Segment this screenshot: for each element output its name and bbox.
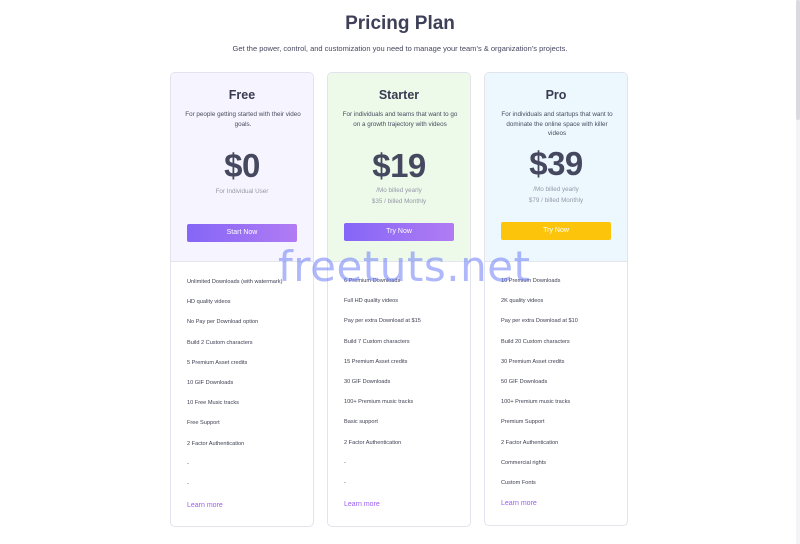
plan-price: $19 [372,147,426,184]
price-note-line-1: /Mo billed yearly [533,186,579,193]
card-header-pro: Pro For individuals and startups that wa… [485,73,627,262]
feature-list: Unlimited Downloads (with watermark) HD … [187,278,307,500]
feature-item: Full HD quality videos [344,298,399,305]
feature-item: Pay per extra Download at $15 [344,318,421,325]
card-header-starter: Starter For individuals and teams that w… [328,73,470,262]
price-note: For Individual User [171,187,313,198]
price-note-line-1: /Mo billed yearly [376,187,422,194]
plan-price: $0 [224,147,260,184]
feature-list: 6 Premium Downloads Full HD quality vide… [344,277,464,499]
feature-item: Unlimited Downloads (with watermark) [187,279,283,285]
feature-item: 5 Premium Asset credits [187,359,248,366]
feature-item: Build 20 Custom characters [501,338,570,345]
feature-item: Build 7 Custom characters [344,338,410,345]
feature-item: Basic support [344,419,378,426]
feature-item: 30 GIF Downloads [344,378,391,385]
feature-item: 100+ Premium music tracks [344,399,414,406]
plan-description: For people getting started with their vi… [185,111,301,128]
page-title: Pricing Plan [345,13,455,34]
feature-item: - [187,460,189,467]
feature-item: - [344,459,346,466]
feature-item: 2 Factor Authentication [344,439,402,446]
pricing-card-pro: Pro For individuals and startups that wa… [484,72,628,526]
feature-item: Commercial rights [501,459,547,466]
start-now-button[interactable]: Start Now [187,224,297,242]
feature-item: 2 Factor Authentication [501,439,559,446]
feature-item: 10 Free Music tracks [187,400,239,407]
price-note-line-1: For Individual User [215,188,269,195]
feature-item: 6 Premium Downloads [344,278,401,284]
price-note: /Mo billed yearly $35 / billed Monthly [328,186,470,207]
feature-item: Premium Support [501,419,545,426]
page-subtitle: Get the power, control, and customizatio… [232,44,568,53]
feature-item: Build 2 Custom characters [187,339,253,346]
pricing-card-free: Free For people getting started with the… [170,72,314,527]
feature-item: Free Support [187,420,220,427]
plan-description: For individuals and startups that want t… [501,111,613,137]
card-header-free: Free For people getting started with the… [171,73,313,262]
feature-item: 50 GIF Downloads [501,378,548,385]
scrollbar[interactable] [796,0,800,544]
learn-more-link[interactable]: Learn more [187,502,223,509]
try-now-button[interactable]: Try Now [344,223,454,241]
feature-list: 10 Premium Downloads 2K quality videos P… [501,277,621,499]
price-note: /Mo billed yearly $79 / billed Monthly [485,185,627,206]
learn-more-link[interactable]: Learn more [344,501,380,508]
feature-item: 2K quality videos [501,298,544,305]
plan-description: For individuals and teams that want to g… [342,111,458,128]
scrollbar-thumb[interactable] [796,0,800,120]
feature-item: 2 Factor Authentication [187,440,245,447]
pricing-card-starter: Starter For individuals and teams that w… [327,72,471,527]
feature-item: Pay per extra Download at $10 [501,318,578,325]
try-now-button[interactable]: Try Now [501,222,611,240]
feature-item: 100+ Premium music tracks [501,399,571,406]
price-note-line-2: $79 / billed Monthly [528,196,584,204]
feature-item: - [344,479,346,486]
learn-more-link[interactable]: Learn more [501,500,537,507]
feature-item: 15 Premium Asset credits [344,358,408,365]
feature-item: No Pay per Download option [187,319,259,326]
plan-name: Free [228,88,256,102]
feature-item: 10 Premium Downloads [501,278,561,284]
plan-name: Pro [545,88,567,102]
plan-price: $39 [529,145,583,182]
feature-item: 30 Premium Asset credits [501,358,565,365]
feature-item: HD quality videos [187,299,231,306]
feature-item: Custom Fonts [501,479,536,486]
feature-item: - [187,480,189,487]
plan-name: Starter [378,88,420,102]
price-note-line-2: $35 / billed Monthly [371,197,427,205]
feature-item: 10 GIF Downloads [187,379,234,386]
